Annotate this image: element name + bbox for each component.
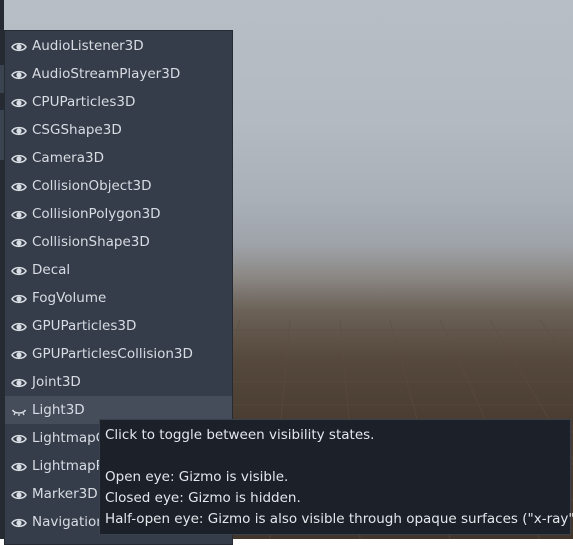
- menu-item-label: CPUParticles3D: [32, 94, 136, 110]
- menu-item-label: Light3D: [32, 402, 85, 418]
- menu-item-label: FogVolume: [32, 290, 107, 306]
- eye-open-icon[interactable]: [11, 179, 27, 193]
- menu-item-collisionshape3d[interactable]: CollisionShape3D: [5, 228, 232, 256]
- eye-open-icon[interactable]: [11, 123, 27, 137]
- menu-item-label: CSGShape3D: [32, 122, 122, 138]
- eye-open-icon[interactable]: [11, 319, 27, 333]
- eye-open-icon[interactable]: [11, 515, 27, 529]
- menu-item-label: GPUParticlesCollision3D: [32, 346, 193, 362]
- menu-item-label: LightmapG: [32, 430, 107, 446]
- menu-item-fogvolume[interactable]: FogVolume: [5, 284, 232, 312]
- menu-item-label: AudioListener3D: [32, 38, 144, 54]
- menu-item-audiostreamplayer3d[interactable]: AudioStreamPlayer3D: [5, 60, 232, 88]
- eye-open-icon[interactable]: [11, 263, 27, 277]
- eye-open-icon[interactable]: [11, 39, 27, 53]
- eye-open-icon[interactable]: [11, 375, 27, 389]
- menu-item-label: CollisionShape3D: [32, 234, 150, 250]
- eye-open-icon[interactable]: [11, 487, 27, 501]
- menu-item-label: GPUParticles3D: [32, 318, 137, 334]
- menu-item-label: CollisionObject3D: [32, 178, 152, 194]
- tooltip-line: Closed eye: Gizmo is hidden.: [105, 490, 301, 506]
- menu-item-camera3d[interactable]: Camera3D: [5, 144, 232, 172]
- eye-open-icon[interactable]: [11, 95, 27, 109]
- menu-item-joint3d[interactable]: Joint3D: [5, 368, 232, 396]
- menu-item-label: CollisionPolygon3D: [32, 206, 161, 222]
- eye-open-icon[interactable]: [11, 291, 27, 305]
- menu-item-label: Decal: [32, 262, 71, 278]
- menu-item-cpuparticles3d[interactable]: CPUParticles3D: [5, 88, 232, 116]
- menu-item-label: Navigation: [32, 514, 105, 530]
- tooltip-line: Click to toggle between visibility state…: [105, 427, 375, 443]
- menu-item-decal[interactable]: Decal: [5, 256, 232, 284]
- menu-item-label: Joint3D: [32, 374, 81, 390]
- eye-open-icon[interactable]: [11, 67, 27, 81]
- menu-item-audiolistener3d[interactable]: AudioListener3D: [5, 32, 232, 60]
- menu-item-collisionpolygon3d[interactable]: CollisionPolygon3D: [5, 200, 232, 228]
- menu-item-label: Camera3D: [32, 150, 104, 166]
- menu-item-gpuparticles3d[interactable]: GPUParticles3D: [5, 312, 232, 340]
- eye-closed-icon[interactable]: [11, 403, 27, 417]
- gizmo-visibility-tooltip: Click to toggle between visibility state…: [99, 419, 573, 535]
- menu-item-label: Marker3D: [32, 486, 98, 502]
- tooltip-line: Half-open eye: Gizmo is also visible thr…: [105, 511, 573, 527]
- menu-item-csgshape3d[interactable]: CSGShape3D: [5, 116, 232, 144]
- eye-open-icon[interactable]: [11, 235, 27, 249]
- eye-open-icon[interactable]: [11, 151, 27, 165]
- menu-item-label: AudioStreamPlayer3D: [32, 66, 181, 82]
- tooltip-line: Open eye: Gizmo is visible.: [105, 469, 289, 485]
- eye-open-icon[interactable]: [11, 459, 27, 473]
- eye-open-icon[interactable]: [11, 347, 27, 361]
- eye-open-icon[interactable]: [11, 431, 27, 445]
- menu-item-gpuparticlescollision3d[interactable]: GPUParticlesCollision3D: [5, 340, 232, 368]
- menu-item-collisionobject3d[interactable]: CollisionObject3D: [5, 172, 232, 200]
- eye-open-icon[interactable]: [11, 207, 27, 221]
- tooltip-spacer: [105, 446, 565, 467]
- menu-item-label: LightmapP: [32, 458, 104, 474]
